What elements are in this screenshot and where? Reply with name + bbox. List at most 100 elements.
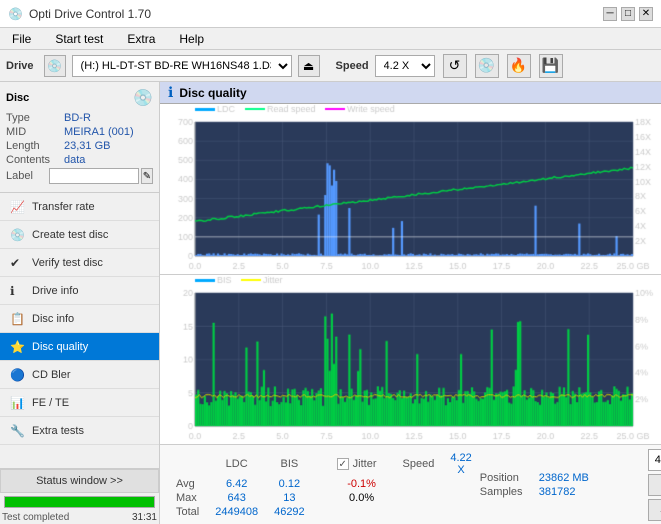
disc-button[interactable]: 💿 [475, 54, 499, 78]
stats-speed-header: Speed [395, 451, 443, 477]
status-row: Test completed 31:31 [0, 511, 159, 524]
titlebar-left: 💿 Opti Drive Control 1.70 [8, 7, 151, 21]
samples-value: 381782 [539, 486, 576, 498]
disc-type-value: BD-R [64, 112, 91, 124]
drivebar: Drive 💿 (H:) HL-DT-ST BD-RE WH16NS48 1.D… [0, 50, 661, 82]
sidebar-item-fe-te[interactable]: 📊 FE / TE [0, 389, 159, 417]
disc-quality-header: ℹ Disc quality [160, 82, 661, 104]
disc-mid-value: MEIRA1 (001) [64, 126, 134, 138]
stats-max-row: Max 643 13 0.0% [168, 491, 480, 505]
menu-file[interactable]: File [4, 30, 39, 48]
max-ldc: 643 [207, 491, 266, 505]
disc-contents-row: Contents data [6, 154, 153, 166]
sidebar-item-label: Transfer rate [32, 201, 95, 213]
app-title: Opti Drive Control 1.70 [29, 7, 151, 21]
sidebar-item-label: CD Bler [32, 369, 71, 381]
disc-length-row: Length 23,31 GB [6, 140, 153, 152]
max-jitter: 0.0% [329, 491, 395, 505]
position-label: Position [480, 472, 535, 484]
sidebar-item-disc-info[interactable]: 📋 Disc info [0, 305, 159, 333]
jitter-checkbox[interactable]: ✓ [337, 458, 349, 470]
create-test-disc-icon: 💿 [10, 228, 26, 242]
chart-bottom [160, 275, 661, 445]
disc-label-edit-button[interactable]: ✎ [141, 168, 153, 184]
stats-bis-header: BIS [266, 451, 313, 477]
sidebar-item-transfer-rate[interactable]: 📈 Transfer rate [0, 193, 159, 221]
titlebar: 💿 Opti Drive Control 1.70 ─ □ ✕ [0, 0, 661, 28]
start-part-button[interactable]: Start part [648, 499, 661, 521]
position-row: Position 23862 MB [480, 472, 640, 484]
save-button[interactable]: 💾 [539, 54, 563, 78]
menu-start-test[interactable]: Start test [47, 30, 111, 48]
sidebar-item-label: Extra tests [32, 425, 84, 437]
sidebar-item-create-test-disc[interactable]: 💿 Create test disc [0, 221, 159, 249]
transfer-rate-icon: 📈 [10, 200, 26, 214]
sidebar-item-disc-quality[interactable]: ⭐ Disc quality [0, 333, 159, 361]
burn-button[interactable]: 🔥 [507, 54, 531, 78]
ldc-chart-canvas [160, 104, 661, 274]
status-window-button[interactable]: Status window >> [0, 469, 159, 493]
disc-label-text: Label [6, 170, 47, 182]
maximize-button[interactable]: □ [621, 7, 635, 21]
stats-table: LDC BIS ✓ Jitter Speed [168, 451, 480, 519]
status-text: Test completed [2, 512, 128, 523]
speed-label: Speed [336, 60, 369, 72]
start-full-button[interactable]: Start full [648, 474, 661, 496]
sidebar-item-verify-test-disc[interactable]: ✔ Verify test disc [0, 249, 159, 277]
samples-label: Samples [480, 486, 535, 498]
refresh-button[interactable]: ↺ [443, 54, 467, 78]
progress-container [0, 493, 159, 511]
stats-total-row: Total 2449408 46292 [168, 505, 480, 519]
total-bis: 46292 [266, 505, 313, 519]
eject-button[interactable]: ⏏ [298, 55, 320, 77]
disc-contents-value: data [64, 154, 85, 166]
menu-help[interactable]: Help [171, 30, 212, 48]
right-stats: Position 23862 MB Samples 381782 [480, 472, 640, 498]
close-button[interactable]: ✕ [639, 7, 653, 21]
charts-container [160, 104, 661, 444]
disc-label-input[interactable] [49, 168, 139, 184]
status-time: 31:31 [132, 512, 157, 523]
max-bis: 13 [266, 491, 313, 505]
sidebar-item-label: Disc quality [32, 341, 88, 353]
minimize-button[interactable]: ─ [603, 7, 617, 21]
disc-contents-label: Contents [6, 154, 62, 166]
jitter-label: Jitter [353, 458, 377, 470]
sidebar-item-label: Disc info [32, 313, 74, 325]
titlebar-controls[interactable]: ─ □ ✕ [603, 7, 653, 21]
progress-bar [4, 496, 155, 508]
sidebar-item-label: Drive info [32, 285, 78, 297]
stats-bar: LDC BIS ✓ Jitter Speed [160, 444, 661, 524]
total-ldc: 2449408 [207, 505, 266, 519]
samples-row: Samples 381782 [480, 486, 640, 498]
disc-mid-label: MID [6, 126, 62, 138]
drive-select[interactable]: (H:) HL-DT-ST BD-RE WH16NS48 1.D3 [72, 55, 292, 77]
sidebar-item-label: FE / TE [32, 397, 69, 409]
speed-select[interactable]: 4.2 X [375, 55, 435, 77]
status-bar-bottom: Status window >> Test completed 31:31 [0, 468, 159, 524]
drive-icon: 💿 [44, 55, 66, 77]
stats-row: LDC BIS ✓ Jitter Speed [168, 449, 653, 521]
drive-info-icon: ℹ [10, 284, 26, 298]
avg-ldc: 6.42 [207, 477, 266, 491]
sidebar-item-extra-tests[interactable]: 🔧 Extra tests [0, 417, 159, 445]
sidebar-item-label: Verify test disc [32, 257, 103, 269]
fe-te-icon: 📊 [10, 396, 26, 410]
progress-fill [5, 497, 154, 507]
drive-label: Drive [6, 60, 34, 72]
disc-quality-title: Disc quality [179, 86, 246, 100]
main-layout: Disc 💿 Type BD-R MID MEIRA1 (001) Length… [0, 82, 661, 524]
avg-bis: 0.12 [266, 477, 313, 491]
action-speed-select[interactable]: 4.2 X [648, 449, 661, 471]
sidebar-item-drive-info[interactable]: ℹ Drive info [0, 277, 159, 305]
disc-quality-icon: ⭐ [10, 340, 26, 354]
sidebar-item-cd-bler[interactable]: 🔵 CD Bler [0, 361, 159, 389]
menubar: File Start test Extra Help [0, 28, 661, 50]
disc-mid-row: MID MEIRA1 (001) [6, 126, 153, 138]
sidebar: Disc 💿 Type BD-R MID MEIRA1 (001) Length… [0, 82, 160, 524]
avg-label: Avg [168, 477, 207, 491]
disc-image-icon: 💿 [133, 88, 153, 108]
menu-extra[interactable]: Extra [119, 30, 163, 48]
bis-chart-canvas [160, 275, 661, 445]
cd-bler-icon: 🔵 [10, 368, 26, 382]
